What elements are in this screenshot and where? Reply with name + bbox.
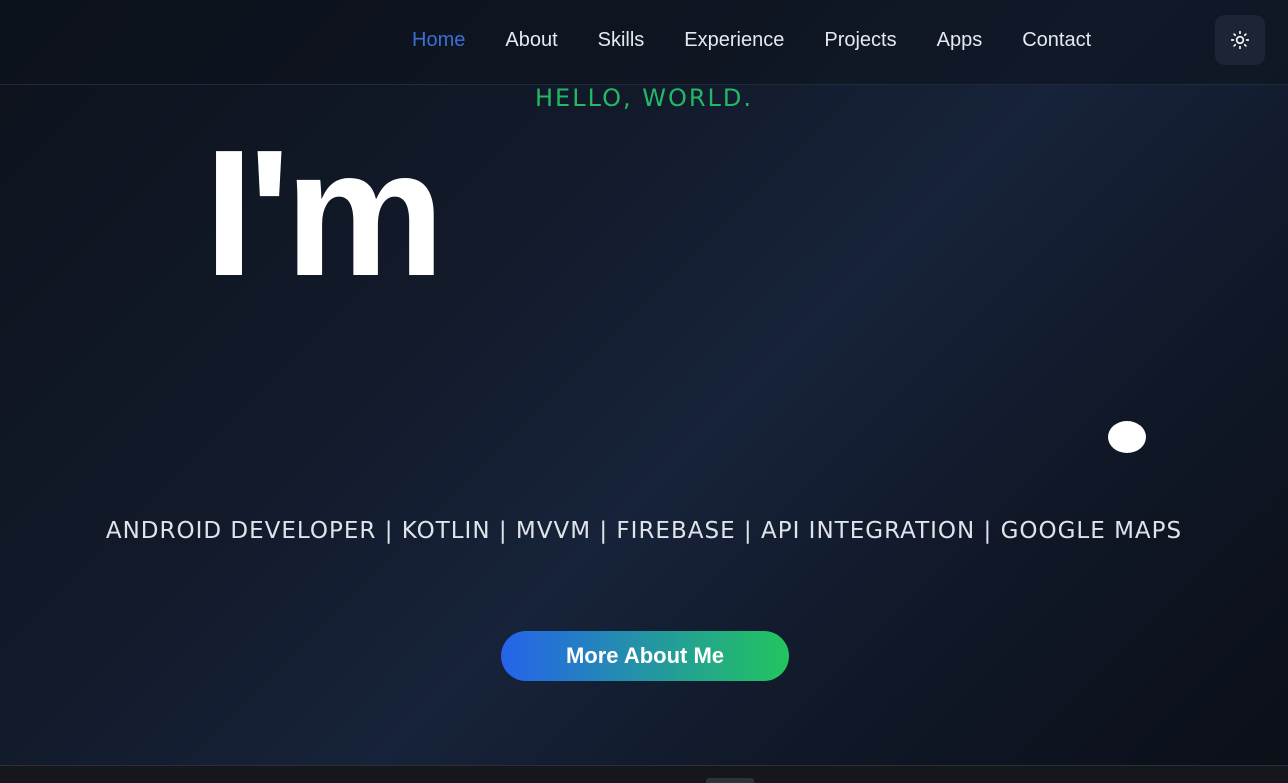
bottom-handle [706, 778, 754, 783]
nav-item-projects[interactable]: Projects [804, 29, 916, 52]
theme-toggle-button[interactable] [1215, 15, 1265, 65]
hero-title: I'm [204, 113, 445, 314]
nav-item-home[interactable]: Home [392, 29, 485, 52]
sun-icon [1230, 30, 1250, 50]
bottom-bar [0, 765, 1288, 783]
hero-greeting: HELLO, WORLD. [534, 84, 754, 112]
typing-cursor-dot [1108, 421, 1146, 453]
nav-links: Home About Skills Experience Projects Ap… [392, 0, 1111, 80]
hero-roles: ANDROID DEVELOPER | KOTLIN | MVVM | FIRE… [105, 518, 1183, 544]
more-about-me-button[interactable]: More About Me [501, 631, 789, 681]
nav-item-contact[interactable]: Contact [1002, 29, 1111, 52]
nav-item-apps[interactable]: Apps [917, 29, 1003, 52]
navbar: Home About Skills Experience Projects Ap… [0, 0, 1288, 85]
nav-item-about[interactable]: About [485, 29, 577, 52]
nav-item-experience[interactable]: Experience [664, 29, 804, 52]
nav-item-skills[interactable]: Skills [578, 29, 665, 52]
